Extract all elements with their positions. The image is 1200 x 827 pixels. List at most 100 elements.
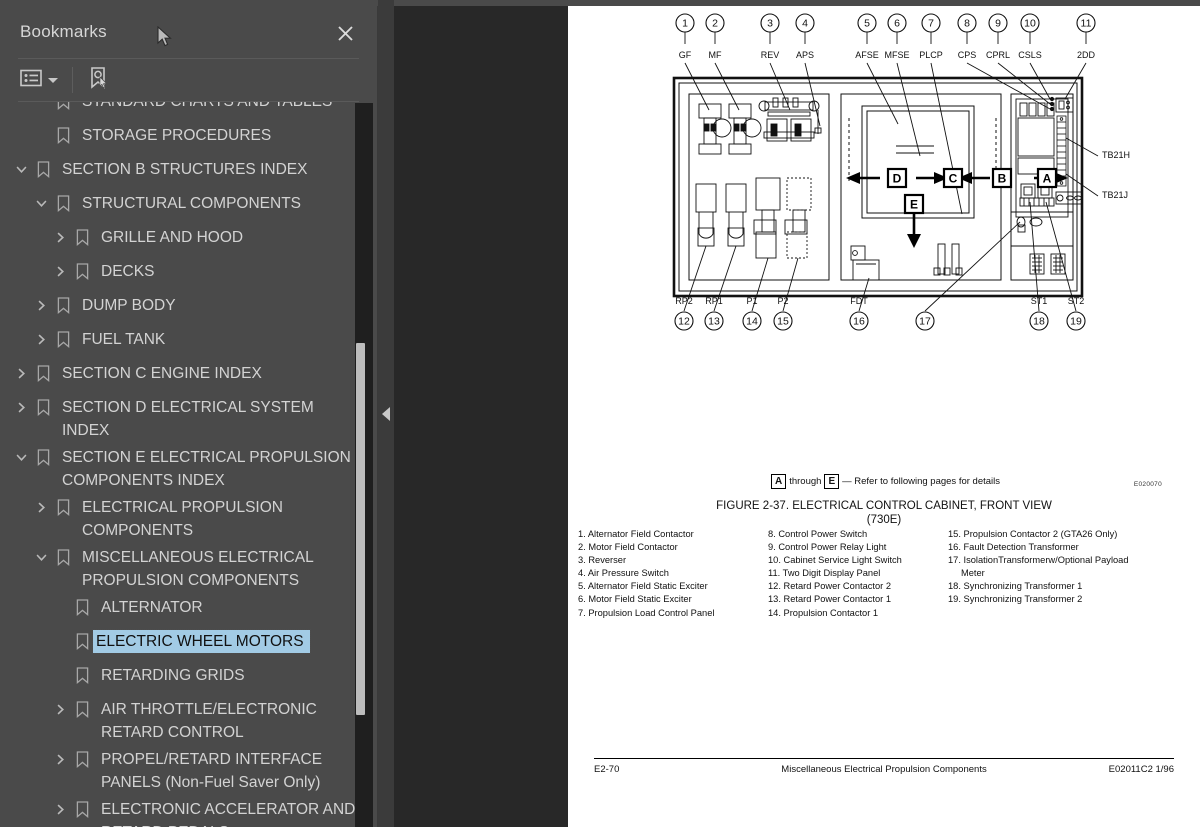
bookmark-label: DECKS bbox=[101, 263, 155, 280]
bookmark-item[interactable]: PROPEL/RETARD INTERFACE PANELS (Non-Fuel… bbox=[0, 746, 378, 796]
bookmark-label: STANDARD CHARTS AND TABLES bbox=[74, 102, 378, 113]
bookmark-item[interactable]: GRILLE AND HOOD bbox=[0, 224, 378, 258]
callout-code: ST2 bbox=[1068, 296, 1085, 306]
bookmark-item[interactable]: ELECTRIC WHEEL MOTORS bbox=[0, 628, 378, 662]
legend-item: 10. Cabinet Service Light Switch bbox=[768, 555, 902, 566]
cabinet-front-view-drawing: 1 GF 2 MF 3 REV 4 APS 5 AFSE 6 MFSE 7 PLCP 8 CPS 9 CPRL 10… bbox=[672, 13, 1130, 331]
bookmark-label: PROPEL/RETARD INTERFACE PANELS (Non-Fuel… bbox=[101, 751, 323, 791]
sidebar-scrollbar-track[interactable] bbox=[355, 103, 373, 827]
callout-code: REV bbox=[761, 50, 780, 60]
legend-item: 7. Propulsion Load Control Panel bbox=[578, 607, 715, 618]
bookmark-item[interactable]: ALTERNATOR bbox=[0, 594, 378, 628]
callout-number: 13 bbox=[708, 316, 720, 328]
toolbar-separator bbox=[72, 67, 73, 93]
callout-code: RP1 bbox=[705, 296, 723, 306]
bookmark-item[interactable]: STANDARD CHARTS AND TABLES bbox=[0, 102, 378, 122]
bookmark-item[interactable]: SECTION D ELECTRICAL SYSTEM INDEX bbox=[0, 394, 378, 444]
bookmark-item[interactable]: ELECTRICAL PROPULSION COMPONENTS bbox=[0, 494, 378, 544]
figure-caption-line2: (730E) bbox=[866, 514, 902, 526]
bookmark-options-button[interactable] bbox=[20, 65, 58, 95]
legend-item: 12. Retard Power Contactor 2 bbox=[768, 581, 891, 592]
document-viewport[interactable]: 1 GF 2 MF 3 REV 4 APS 5 AFSE 6 MFSE 7 PLCP 8 CPS 9 CPRL 10… bbox=[394, 6, 1200, 827]
bookmark-item[interactable]: FUEL TANK bbox=[0, 326, 378, 360]
panel-collapse-button[interactable] bbox=[378, 0, 394, 827]
bookmark-item[interactable]: RETARDING GRIDS bbox=[0, 662, 378, 696]
bookmark-icon bbox=[71, 260, 93, 283]
pdf-page: 1 GF 2 MF 3 REV 4 APS 5 AFSE 6 MFSE 7 PLCP 8 CPS 9 CPRL 10… bbox=[568, 6, 1200, 827]
chevron-right-icon[interactable] bbox=[10, 362, 32, 385]
legend-item: 1. Alternator Field Contactor bbox=[578, 529, 694, 539]
callout-number: 9 bbox=[995, 18, 1001, 30]
callout-number: 4 bbox=[802, 18, 808, 30]
legend-item: 14. Propulsion Contactor 1 bbox=[768, 607, 879, 618]
callout-number: 11 bbox=[1081, 18, 1092, 30]
chevron-right-icon[interactable] bbox=[30, 294, 52, 317]
chevron-down-icon[interactable] bbox=[30, 546, 52, 569]
chevron-right-icon[interactable] bbox=[49, 748, 71, 771]
pdf-viewer-window: Bookmarks STORAGE PROCEDURES SECTION B S… bbox=[0, 0, 1200, 827]
bookmark-icon bbox=[71, 664, 93, 687]
legend-item: 13. Retard Power Contactor 1 bbox=[768, 594, 891, 605]
bookmark-icon bbox=[71, 226, 93, 249]
note-text: — Refer to following pages for details bbox=[842, 476, 1001, 488]
bookmark-label: SECTION B STRUCTURES INDEX bbox=[62, 161, 308, 178]
bookmark-icon bbox=[52, 102, 74, 113]
legend-item: 9. Control Power Relay Light bbox=[768, 542, 887, 553]
bookmark-item[interactable]: STRUCTURAL COMPONENTS bbox=[0, 190, 378, 224]
new-bookmark-button[interactable] bbox=[87, 65, 111, 95]
figure-detail-note: Athrough E — Refer to following pages for … bbox=[568, 474, 1200, 489]
chevron-right-icon[interactable] bbox=[10, 396, 32, 419]
section-marker-letter: D bbox=[893, 172, 902, 186]
bookmarks-panel-header: Bookmarks bbox=[0, 6, 377, 59]
bookmark-icon bbox=[71, 596, 93, 619]
bookmark-item[interactable]: STORAGE PROCEDURES bbox=[0, 122, 378, 156]
section-marker-letter: A bbox=[1043, 172, 1052, 186]
note-prefix: through bbox=[789, 476, 822, 488]
bookmark-icon bbox=[71, 748, 93, 771]
bookmark-item[interactable]: DUMP BODY bbox=[0, 292, 378, 326]
chevron-right-icon[interactable] bbox=[49, 260, 71, 283]
callout-code: PLCP bbox=[919, 50, 943, 60]
figure-caption: FIGURE 2-37. ELECTRICAL CONTROL CABINET,… bbox=[568, 499, 1200, 527]
bookmark-icon bbox=[32, 396, 54, 419]
legend-column-3: 15. Propulsion Contactor 2 (GTA26 Only) 1… bbox=[948, 528, 1148, 620]
chevron-right-icon[interactable] bbox=[49, 698, 71, 721]
panel-title: Bookmarks bbox=[20, 22, 107, 41]
bookmark-item[interactable]: SECTION E ELECTRICAL PROPULSION COMPONEN… bbox=[0, 444, 378, 494]
callout-number: 8 bbox=[964, 18, 970, 30]
chevron-down-icon[interactable] bbox=[30, 192, 52, 215]
bookmark-label: ELECTRONIC ACCELERATOR AND RETARD PEDALS bbox=[101, 801, 356, 827]
legend-item: 18. Synchronizing Transformer 1 bbox=[948, 580, 1083, 591]
legend-item: 4. Air Pressure Switch bbox=[578, 568, 669, 579]
bookmark-label: SECTION E ELECTRICAL PROPULSION COMPONEN… bbox=[62, 449, 351, 489]
bookmark-item[interactable]: AIR THROTTLE/ELECTRONIC RETARD CONTROL bbox=[0, 696, 378, 746]
bookmark-item[interactable]: DECKS bbox=[0, 258, 378, 292]
bookmark-item[interactable]: SECTION B STRUCTURES INDEX bbox=[0, 156, 378, 190]
chevron-right-icon[interactable] bbox=[49, 798, 71, 821]
artwork-code: E020070 bbox=[1133, 481, 1162, 488]
callout-number: 17 bbox=[919, 316, 931, 328]
bookmark-label: DUMP BODY bbox=[82, 297, 176, 314]
bookmark-item[interactable]: ELECTRONIC ACCELERATOR AND RETARD PEDALS bbox=[0, 796, 378, 827]
chevron-down-icon[interactable] bbox=[10, 446, 32, 469]
bookmark-label: STRUCTURAL COMPONENTS bbox=[82, 195, 302, 212]
chevron-right-icon[interactable] bbox=[30, 496, 52, 519]
legend-item: 8. Control Power Switch bbox=[768, 529, 868, 539]
callout-code: MF bbox=[709, 50, 722, 60]
bookmark-item[interactable]: SECTION C ENGINE INDEX bbox=[0, 360, 378, 394]
chevron-left-icon bbox=[382, 406, 390, 421]
sidebar-scrollbar-thumb[interactable] bbox=[356, 343, 365, 715]
bookmark-icon bbox=[71, 798, 93, 821]
chevron-down-icon[interactable] bbox=[10, 158, 32, 181]
bookmark-item[interactable]: MISCELLANEOUS ELECTRICAL PROPULSION COMP… bbox=[0, 544, 378, 594]
page-footer: E2-70 Miscellaneous Electrical Propulsio… bbox=[594, 758, 1174, 775]
bookmark-pointer-icon bbox=[87, 66, 111, 95]
callout-code: GF bbox=[679, 50, 692, 60]
chevron-right-icon[interactable] bbox=[30, 328, 52, 351]
callout-code: CSLS bbox=[1018, 50, 1042, 60]
close-icon[interactable] bbox=[331, 19, 359, 47]
chevron-right-icon[interactable] bbox=[49, 226, 71, 249]
bookmarks-tree[interactable]: STANDARD CHARTS AND TABLES STORAGE PROCED… bbox=[0, 102, 378, 827]
bookmark-icon bbox=[52, 328, 74, 351]
callout-code: P2 bbox=[777, 296, 788, 306]
